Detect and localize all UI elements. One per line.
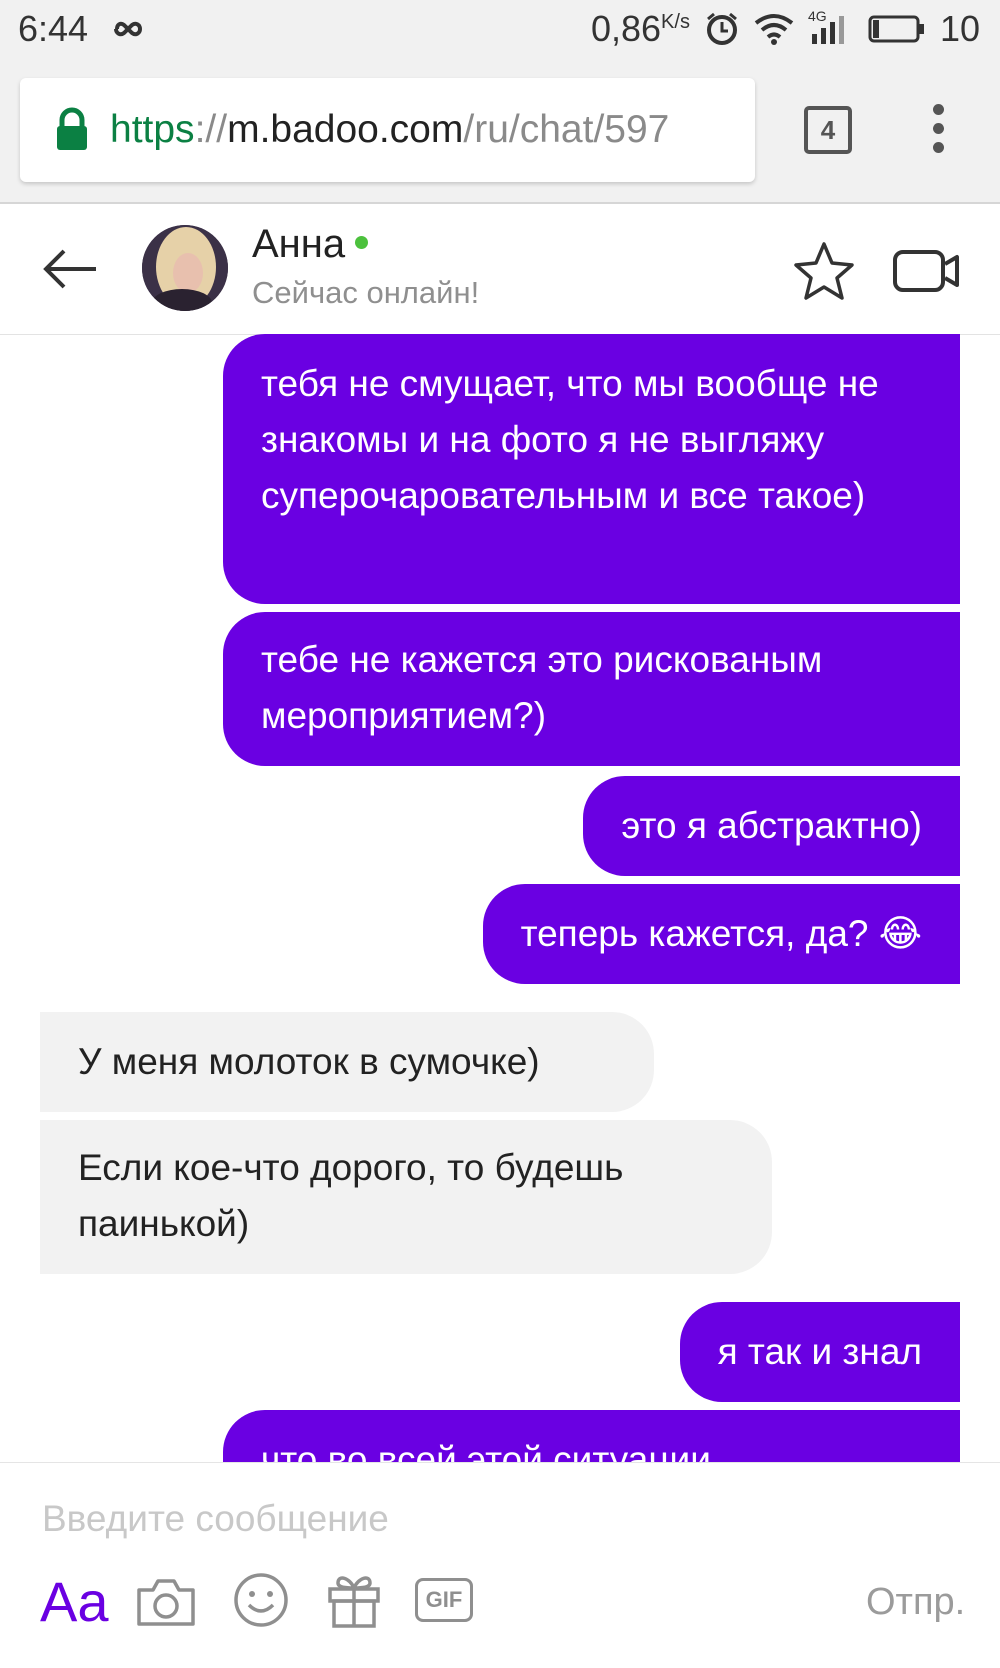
emoji-icon[interactable] bbox=[232, 1571, 290, 1629]
url-path: /ru/chat/597 bbox=[463, 108, 670, 151]
wifi-icon bbox=[754, 14, 794, 45]
font-style-button[interactable]: Aa bbox=[40, 1569, 109, 1634]
net-unit: K/s bbox=[661, 11, 690, 33]
online-indicator bbox=[355, 235, 369, 249]
dot-icon bbox=[932, 123, 944, 134]
url-text: https://m.badoo.com/ru/chat/597 bbox=[110, 108, 669, 152]
browser-menu-button[interactable] bbox=[928, 104, 948, 158]
gif-label: GIF bbox=[425, 1587, 463, 1612]
address-bar[interactable]: https://m.badoo.com/ru/chat/597 bbox=[20, 78, 755, 182]
message-list[interactable]: тебя не смущает, что мы вообще не знаком… bbox=[0, 334, 1000, 1462]
message-incoming[interactable]: У меня молоток в сумочке) bbox=[40, 1012, 654, 1112]
tab-switcher-button[interactable]: 4 bbox=[804, 106, 852, 154]
video-call-icon[interactable] bbox=[892, 248, 962, 294]
url-host: m.badoo.com bbox=[227, 108, 464, 151]
profile-photo bbox=[142, 225, 228, 311]
message-input[interactable] bbox=[40, 1483, 804, 1555]
message-composer: Aa GIF Отпр. bbox=[0, 1462, 1000, 1668]
lock-icon bbox=[57, 107, 87, 150]
back-arrow-icon[interactable] bbox=[40, 246, 100, 292]
message-outgoing[interactable]: это я абстрактно) bbox=[583, 776, 960, 876]
chat-header: Анна Сейчас онлайн! bbox=[0, 204, 1000, 335]
message-outgoing[interactable]: теперь кажется, да? 😂 bbox=[482, 884, 960, 984]
camera-icon[interactable] bbox=[135, 1576, 197, 1628]
browser-toolbar: https://m.badoo.com/ru/chat/597 4 bbox=[0, 56, 1000, 204]
message-outgoing[interactable]: тебя не смущает, что мы вообще не знаком… bbox=[223, 334, 960, 604]
signal-icon: 4G bbox=[808, 8, 854, 46]
status-bar: 6:44 0,86K/s 4G 10 bbox=[0, 0, 1000, 56]
net-speed: 0,86K/s bbox=[590, 8, 690, 49]
send-button[interactable]: Отпр. bbox=[866, 1581, 965, 1624]
message-incoming[interactable]: Если кое-что дорого, то будешь паинькой) bbox=[40, 1120, 772, 1274]
status-time: 6:44 bbox=[18, 8, 89, 49]
battery-icon bbox=[868, 15, 924, 43]
message-outgoing[interactable]: что во всей этой ситуации bbox=[223, 1410, 960, 1462]
url-scheme: https bbox=[110, 108, 195, 151]
dot-icon bbox=[932, 142, 944, 153]
infinity-icon bbox=[114, 21, 143, 37]
dot-icon bbox=[932, 104, 944, 115]
avatar[interactable] bbox=[142, 225, 228, 311]
url-separator: :// bbox=[194, 108, 228, 151]
message-outgoing[interactable]: тебе не кажется это рискованым мероприят… bbox=[223, 612, 960, 766]
alarm-icon bbox=[706, 12, 737, 45]
contact-status: Сейчас онлайн! bbox=[252, 275, 480, 310]
contact-name[interactable]: Анна bbox=[252, 222, 369, 267]
battery-level: 10 bbox=[939, 8, 980, 49]
gift-icon[interactable] bbox=[326, 1569, 382, 1629]
gif-button[interactable]: GIF bbox=[415, 1578, 473, 1622]
message-outgoing[interactable]: я так и знал bbox=[679, 1302, 960, 1402]
star-icon[interactable] bbox=[793, 240, 855, 302]
